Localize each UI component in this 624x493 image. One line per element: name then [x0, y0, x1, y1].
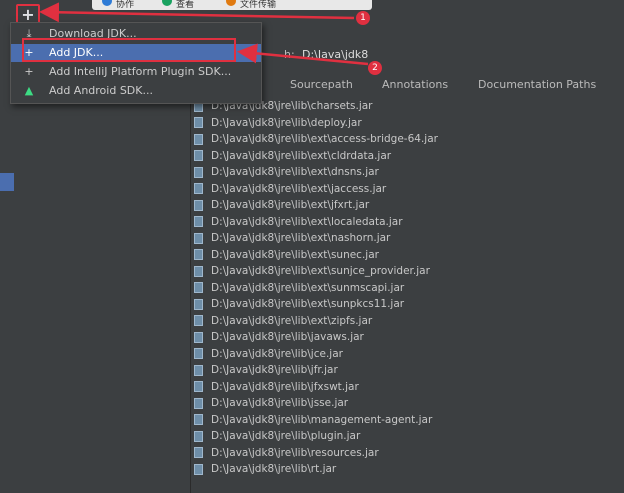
step-badge-2: 2 — [368, 61, 382, 75]
step-badge-1: 1 — [356, 11, 370, 25]
arrow-to-add-jdk — [237, 43, 369, 66]
annotation-arrows — [39, 2, 369, 66]
arrow-to-add-button — [39, 2, 355, 23]
